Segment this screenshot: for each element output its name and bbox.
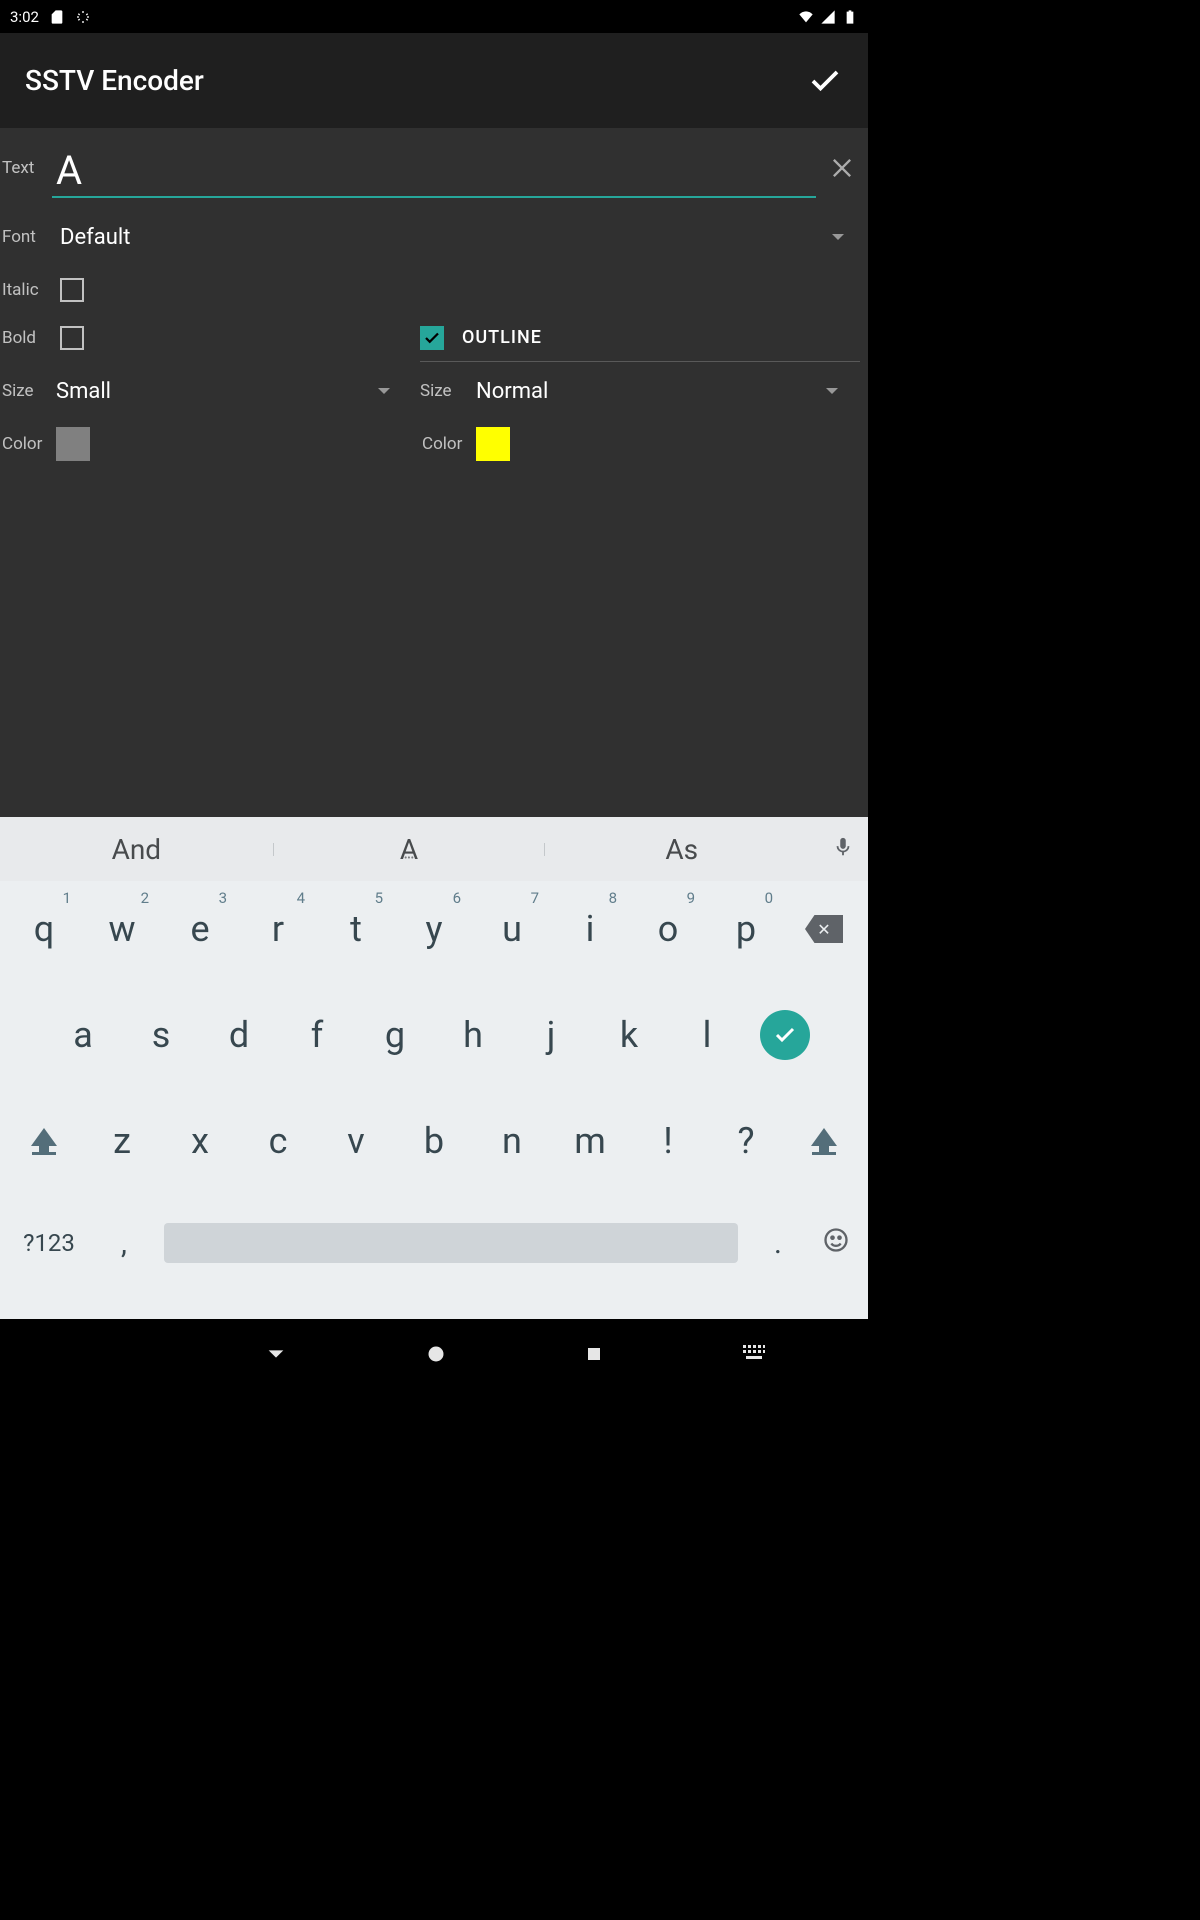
key-s[interactable]: s [122, 993, 200, 1077]
key-a[interactable]: a [44, 993, 122, 1077]
chevron-down-icon [378, 388, 390, 394]
signal-icon [820, 9, 836, 25]
font-select[interactable]: Default [60, 225, 868, 250]
hide-keyboard-button[interactable] [742, 1344, 798, 1365]
text-overlay-form: Text Font Default Italic Bold Size Small [0, 128, 868, 817]
key-t[interactable]: t5 [317, 887, 395, 971]
recent-apps-button[interactable] [585, 1345, 603, 1363]
shift-key-right[interactable] [785, 1099, 863, 1183]
key-w[interactable]: w2 [83, 887, 161, 971]
period-key[interactable]: . [748, 1226, 808, 1261]
key-n[interactable]: n [473, 1099, 551, 1183]
key-r[interactable]: r4 [239, 887, 317, 971]
key-e[interactable]: e3 [161, 887, 239, 971]
key-v[interactable]: v [317, 1099, 395, 1183]
sync-icon [75, 9, 91, 25]
key-m[interactable]: m [551, 1099, 629, 1183]
voice-input-button[interactable] [818, 836, 868, 862]
outline-size-value: Normal [476, 379, 548, 404]
key-h[interactable]: h [434, 993, 512, 1077]
size-label: Size [0, 381, 56, 401]
key-![interactable]: ! [629, 1099, 707, 1183]
shift-key-left[interactable] [5, 1099, 83, 1183]
battery-icon [842, 9, 858, 25]
soft-keyboard: And A ••• As q1w2e3r4t5y6u7i8o9p0✕ asdfg… [0, 817, 868, 1319]
outline-color-label: Color [420, 434, 476, 454]
outline-label: OUTLINE [462, 327, 542, 348]
key-b[interactable]: b [395, 1099, 473, 1183]
page-title: SSTV Encoder [25, 64, 807, 97]
key-q[interactable]: q1 [5, 887, 83, 971]
outline-checkbox[interactable] [420, 326, 444, 350]
color-label: Color [0, 434, 56, 454]
key-f[interactable]: f [278, 993, 356, 1077]
text-size-select[interactable]: Small [56, 379, 420, 404]
font-label: Font [0, 227, 60, 247]
outline-color-swatch[interactable] [476, 427, 510, 461]
wifi-icon [798, 9, 814, 25]
home-button[interactable] [426, 1344, 446, 1364]
emoji-key[interactable] [808, 1226, 864, 1261]
suggestion-3[interactable]: As [545, 833, 818, 866]
navigation-bar [0, 1319, 868, 1389]
key-p[interactable]: p0 [707, 887, 785, 971]
confirm-button[interactable] [807, 63, 843, 99]
outline-size-label: Size [420, 381, 476, 401]
text-input[interactable] [52, 147, 816, 198]
bold-checkbox[interactable] [60, 326, 84, 350]
key-j[interactable]: j [512, 993, 590, 1077]
key-c[interactable]: c [239, 1099, 317, 1183]
enter-key[interactable] [746, 993, 824, 1077]
outline-size-select[interactable]: Normal [476, 379, 868, 404]
status-bar: 3:02 [0, 0, 868, 33]
sd-card-icon [49, 9, 65, 25]
backspace-key[interactable]: ✕ [785, 887, 863, 971]
suggestion-2[interactable]: A ••• [273, 833, 546, 866]
key-o[interactable]: o9 [629, 887, 707, 971]
key-z[interactable]: z [83, 1099, 161, 1183]
key-g[interactable]: g [356, 993, 434, 1077]
status-time: 3:02 [10, 8, 39, 26]
symbols-key[interactable]: ?123 [4, 1229, 94, 1257]
italic-checkbox[interactable] [60, 278, 84, 302]
key-k[interactable]: k [590, 993, 668, 1077]
space-key[interactable] [160, 1205, 742, 1281]
chevron-down-icon [832, 234, 844, 240]
comma-key[interactable]: , [94, 1226, 154, 1261]
key-x[interactable]: x [161, 1099, 239, 1183]
more-suggestions-icon: ••• [404, 853, 414, 864]
key-d[interactable]: d [200, 993, 278, 1077]
key-y[interactable]: y6 [395, 887, 473, 971]
clear-text-button[interactable] [828, 154, 856, 182]
back-button[interactable] [265, 1343, 287, 1365]
font-value: Default [60, 225, 130, 250]
italic-label: Italic [0, 280, 60, 300]
app-bar: SSTV Encoder [0, 33, 868, 128]
key-l[interactable]: l [668, 993, 746, 1077]
text-size-value: Small [56, 379, 111, 404]
key-u[interactable]: u7 [473, 887, 551, 971]
bold-label: Bold [0, 328, 60, 348]
key-i[interactable]: i8 [551, 887, 629, 971]
suggestion-1[interactable]: And [0, 833, 273, 866]
suggestion-bar: And A ••• As [0, 817, 868, 881]
key-?[interactable]: ? [707, 1099, 785, 1183]
text-color-swatch[interactable] [56, 427, 90, 461]
text-label: Text [0, 158, 52, 178]
chevron-down-icon [826, 388, 838, 394]
